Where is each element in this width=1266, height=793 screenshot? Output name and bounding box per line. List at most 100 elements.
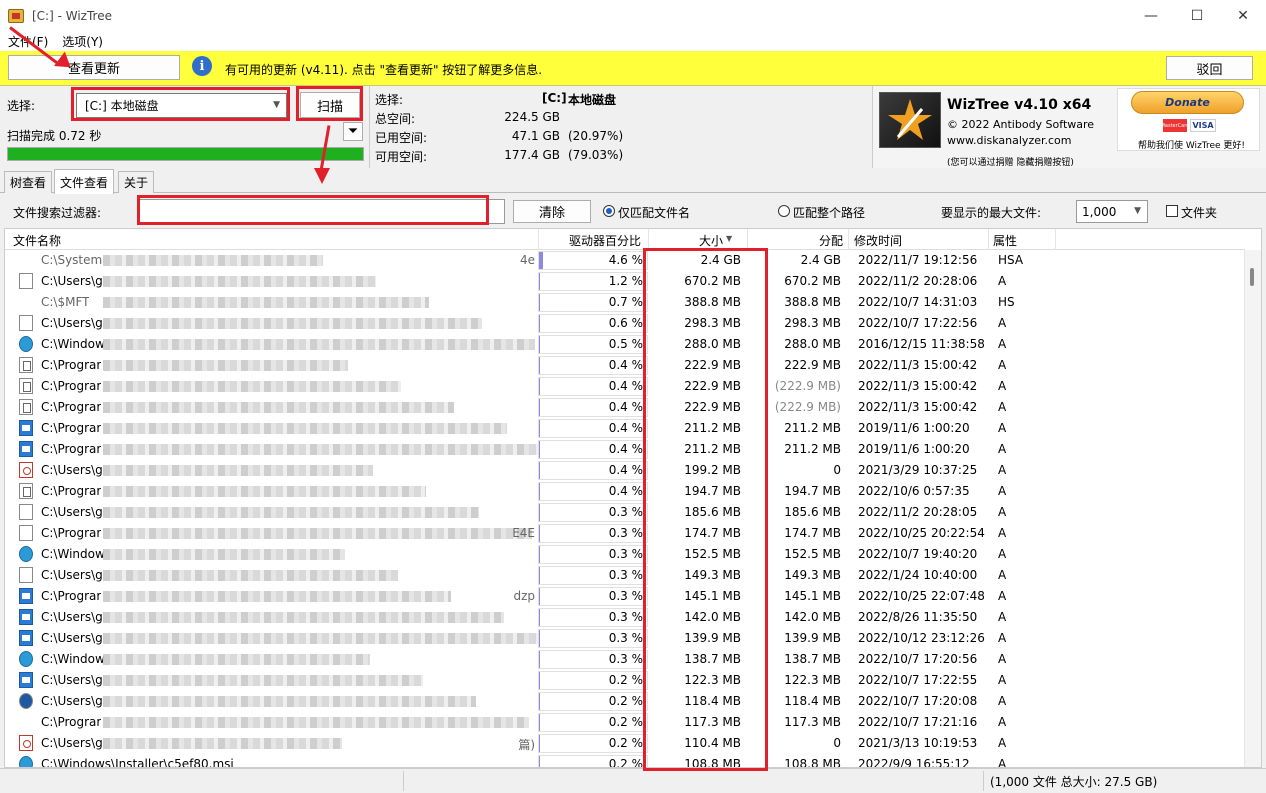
file-name: C:\Window (41, 652, 105, 666)
drive-percent: 0.3 % (608, 631, 643, 645)
table-row[interactable]: C:\Users\g 0.3 % 185.6 MB 185.6 MB 2022/11/2… (5, 502, 1245, 523)
table-row[interactable]: C:\Prograr 0.4 % 211.2 MB 211.2 MB 2019/11/6… (5, 418, 1245, 439)
table-row[interactable]: C:\Prograr dzp 0.3 % 145.1 MB 145.1 MB 2022/1… (5, 586, 1245, 607)
modified-time: 2022/9/9 16:55:12 (858, 757, 970, 768)
table-row[interactable]: C:\Users\g 0.3 % 142.0 MB 142.0 MB 2022/8/26… (5, 607, 1245, 628)
file-name-tail: dzp (513, 589, 535, 603)
table-row[interactable]: C:\Prograr 0.4 % 222.9 MB (222.9 MB) 2022/11… (5, 376, 1245, 397)
table-header: 文件名称 驱动器百分比 大小 ▼ 分配 修改时间 属性 (5, 229, 1245, 250)
table-row[interactable]: C:\Prograr 0.4 % 211.2 MB 211.2 MB 2019/11/6… (5, 439, 1245, 460)
percent-bar-fill (539, 378, 540, 395)
match-path-label: 匹配整个路径 (793, 206, 866, 220)
file-name: C:\Users\g (41, 505, 103, 519)
table-row[interactable]: C:\Window 0.3 % 138.7 MB 138.7 MB 2022/10/7 … (5, 649, 1245, 670)
attributes: A (998, 484, 1007, 498)
table-row[interactable]: C:\Window 0.3 % 152.5 MB 152.5 MB 2022/10/7 … (5, 544, 1245, 565)
redacted-path (103, 507, 479, 518)
match-filename-radio[interactable] (603, 205, 615, 217)
table-row[interactable]: C:\Prograr 0.4 % 222.9 MB 222.9 MB 2022/11/3… (5, 355, 1245, 376)
table-row[interactable]: C:\Users\g 0.6 % 298.3 MB 298.3 MB 2022/10/7… (5, 313, 1245, 334)
file-icon (19, 714, 33, 730)
cfg-file-icon (19, 357, 33, 373)
redacted-path (103, 381, 401, 392)
file-icon (19, 294, 33, 310)
attributes: A (998, 631, 1007, 645)
folder-checkbox[interactable] (1166, 205, 1178, 217)
modified-time: 2022/10/7 17:22:56 (858, 316, 978, 330)
used-space-value: 47.1 GB (511, 129, 560, 143)
table-row[interactable]: C:\Users\g 0.4 % 199.2 MB 0 2021/3/29 10:37:… (5, 460, 1245, 481)
redacted-path (103, 255, 323, 266)
table-row[interactable]: C:\Users\g 1.2 % 670.2 MB 670.2 MB 2022/11/2… (5, 271, 1245, 292)
column-header-size[interactable]: 大小 (655, 232, 723, 249)
file-name: C:\Users\g (41, 463, 103, 477)
drive-percent: 0.2 % (608, 694, 643, 708)
attributes: A (998, 589, 1007, 603)
attributes: A (998, 400, 1007, 414)
close-button[interactable]: ✕ (1220, 0, 1266, 31)
modified-time: 2022/11/3 15:00:42 (858, 358, 978, 372)
column-header-modified[interactable]: 修改时间 (854, 232, 902, 249)
maximize-button[interactable]: ☐ (1174, 0, 1220, 31)
donate-button[interactable]: Donate (1131, 91, 1244, 114)
drive-percent: 4.6 % (608, 253, 643, 267)
exe-file-icon (19, 672, 33, 688)
redacted-path (103, 444, 560, 455)
column-header-allocated[interactable]: 分配 (755, 232, 843, 249)
file-name: C:\$MFT (41, 295, 90, 309)
website-link[interactable]: www.diskanalyzer.com (947, 134, 1072, 147)
column-header-attributes[interactable]: 属性 (993, 232, 1017, 249)
column-header-percent[interactable]: 驱动器百分比 (545, 232, 641, 249)
scrollbar-thumb[interactable] (1250, 268, 1254, 286)
attributes: A (998, 568, 1007, 582)
modified-time: 2022/10/7 17:22:55 (858, 673, 978, 687)
tab-about[interactable]: 关于 (118, 171, 155, 193)
dismiss-button[interactable]: 驳回 (1166, 56, 1253, 80)
tab-file-view[interactable]: 文件查看 (54, 169, 115, 194)
menu-options[interactable]: 选项(Y) (62, 33, 103, 50)
table-row[interactable]: C:\System 4e 4.6 % 2.4 GB 2.4 GB 2022/11/7 19… (5, 250, 1245, 271)
table-row[interactable]: C:\Users\g 篇) 0.2 % 110.4 MB 0 2021/3/13 10:1… (5, 733, 1245, 754)
table-row[interactable]: C:\Users\g 0.3 % 149.3 MB 149.3 MB 2022/1/24… (5, 565, 1245, 586)
attributes: A (998, 463, 1007, 477)
file-name-tail: 篇) (518, 738, 535, 752)
table-row[interactable]: C:\$MFT 0.7 % 388.8 MB 388.8 MB 2022/10/7 14… (5, 292, 1245, 313)
table-row[interactable]: C:\Prograr E4E 0.3 % 174.7 MB 174.7 MB 2022/1… (5, 523, 1245, 544)
percent-bar-fill (539, 420, 540, 437)
cab-file-icon (19, 693, 33, 709)
tab-tree-view[interactable]: 树查看 (4, 171, 53, 193)
file-name: C:\Users\g (41, 610, 103, 624)
total-space-value: 224.5 GB (504, 110, 560, 124)
percent-bar-fill (539, 252, 543, 269)
pdf-file-icon (19, 735, 33, 751)
filter-funnel-icon[interactable]: ⏷ (343, 122, 363, 141)
table-row[interactable]: C:\Window 0.5 % 288.0 MB 288.0 MB 2016/12/15… (5, 334, 1245, 355)
table-row[interactable]: C:\Prograr 0.2 % 117.3 MB 117.3 MB 2022/10/7… (5, 712, 1245, 733)
modified-time: 2022/10/7 17:20:08 (858, 694, 978, 708)
table-row[interactable]: C:\Users\g 0.3 % 139.9 MB 139.9 MB 2022/10/1… (5, 628, 1245, 649)
clear-button[interactable]: 清除 (513, 200, 591, 223)
drive-percent: 0.4 % (608, 442, 643, 456)
check-update-button[interactable]: 查看更新 (8, 55, 180, 80)
select-label: 选择: (7, 99, 36, 113)
table-row[interactable]: C:\Users\g 0.2 % 118.4 MB 118.4 MB 2022/10/7… (5, 691, 1245, 712)
max-files-select[interactable]: 1,000 ▼ (1076, 200, 1148, 223)
match-path-radio[interactable] (778, 205, 790, 217)
table-row[interactable]: C:\Windows\Installer\c5ef80.msi 0.2 % 108.… (5, 754, 1245, 768)
percent-bar-fill (539, 630, 540, 647)
column-header-name[interactable]: 文件名称 (13, 232, 61, 249)
attributes: A (998, 547, 1007, 561)
percent-bar-fill (539, 714, 540, 731)
free-space-label: 可用空间: (375, 150, 428, 164)
annotation-size-highlight (643, 248, 768, 771)
file-name: C:\Prograr (41, 526, 102, 540)
table-row[interactable]: C:\Prograr 0.4 % 222.9 MB (222.9 MB) 2022/11… (5, 397, 1245, 418)
table-row[interactable]: C:\Users\g 0.2 % 122.3 MB 122.3 MB 2022/10/7… (5, 670, 1245, 691)
menu-bar: 文件(F) 选项(Y) (0, 31, 1266, 51)
percent-bar-fill (539, 567, 540, 584)
status-summary: (1,000 文件 总大小: 27.5 GB) (990, 775, 1158, 789)
sort-desc-icon: ▼ (726, 234, 733, 243)
table-row[interactable]: C:\Prograr 0.4 % 194.7 MB 194.7 MB 2022/10/6… (5, 481, 1245, 502)
vertical-scrollbar[interactable] (1244, 250, 1261, 767)
minimize-button[interactable]: — (1128, 0, 1174, 31)
